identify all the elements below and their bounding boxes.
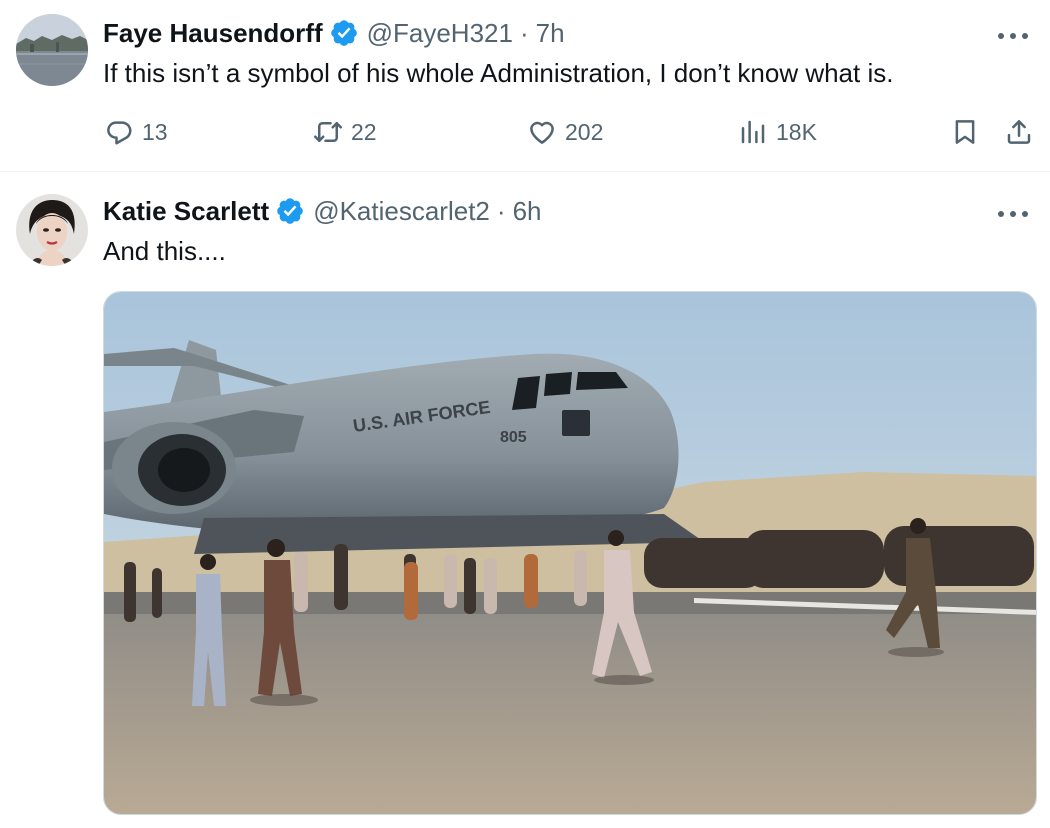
reply-button[interactable]: 13: [104, 112, 168, 152]
retweet-icon: [314, 122, 342, 142]
view-count: 18K: [776, 118, 817, 145]
bookmark-icon: [955, 120, 975, 144]
tweet-actions: 13 22 202 18K: [0, 112, 1050, 152]
more-ellipsis-icon[interactable]: [998, 204, 1028, 224]
more-ellipsis-icon[interactable]: [998, 26, 1028, 46]
author-name[interactable]: Faye Hausendorff: [103, 18, 323, 49]
author-name[interactable]: Katie Scarlett: [103, 196, 269, 227]
avatar[interactable]: [16, 14, 88, 86]
bookmark-button[interactable]: [950, 112, 980, 152]
retweet-count: 22: [351, 118, 377, 145]
tweet-photo[interactable]: U.S. AIR FORCE 805: [103, 291, 1037, 815]
reply-count: 13: [142, 118, 168, 145]
separator: ·: [496, 195, 506, 226]
tweet-katie-scarlett[interactable]: Katie Scarlett @Katiescarlet2 · 6h And t…: [0, 172, 1050, 828]
portrait-avatar-icon: [16, 194, 88, 266]
airfield-photo: U.S. AIR FORCE 805: [104, 292, 1036, 814]
like-count: 202: [565, 118, 604, 145]
timestamp[interactable]: 6h: [513, 196, 542, 227]
tweet-header: Faye Hausendorff @FayeH321 · 7h: [103, 16, 565, 50]
tweet-faye-hausendorff[interactable]: Faye Hausendorff @FayeH321 · 7h If this …: [0, 0, 1050, 172]
like-button[interactable]: 202: [527, 112, 603, 152]
heart-icon: [530, 121, 554, 144]
share-upload-icon: [1007, 120, 1031, 144]
reply-bubble-icon: [107, 121, 132, 145]
tweet-text: And this....: [103, 236, 226, 266]
views-button[interactable]: 18K: [738, 112, 817, 152]
tweet-header: Katie Scarlett @Katiescarlet2 · 6h: [103, 194, 541, 228]
share-button[interactable]: [1004, 112, 1034, 152]
tweet-text: If this isn’t a symbol of his whole Admi…: [103, 58, 894, 88]
author-handle[interactable]: @Katiescarlet2: [313, 196, 490, 227]
verified-badge-icon: [329, 18, 359, 48]
avatar[interactable]: [16, 194, 88, 266]
verified-badge-icon: [275, 196, 305, 226]
views-bar-chart-icon: [741, 120, 765, 144]
retweet-button[interactable]: 22: [313, 112, 377, 152]
author-handle[interactable]: @FayeH321: [367, 18, 513, 49]
timestamp[interactable]: 7h: [536, 18, 565, 49]
svg-text:805: 805: [500, 429, 527, 446]
landscape-avatar-icon: [16, 14, 88, 86]
separator: ·: [519, 17, 529, 48]
